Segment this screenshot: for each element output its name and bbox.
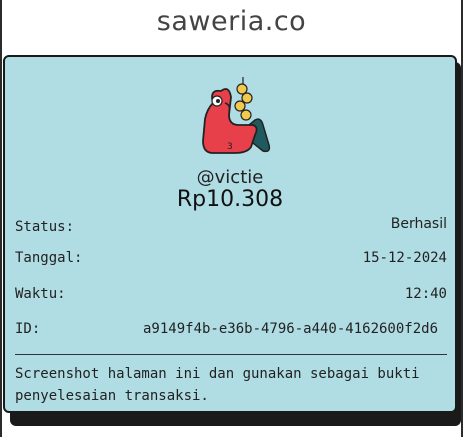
left-frame-border [0, 0, 2, 437]
receipt-card: 3 @victie Rp10.308 Status: Berhasil Tang… [3, 55, 457, 413]
id-row: ID: a9149f4b-e36b-4796-a440-4162600f2d6 [15, 321, 447, 341]
recipient-username: @victie [196, 167, 264, 188]
transaction-id-value: a9149f4b-e36b-4796-a440-4162600f2d6 [143, 321, 439, 337]
saweria-mascot-icon: 3 [202, 77, 271, 154]
date-label: Tanggal: [15, 250, 83, 266]
time-value: 12:40 [404, 286, 447, 302]
svg-text:3: 3 [227, 142, 233, 152]
status-label: Status: [15, 219, 75, 235]
status-row: Status: Berhasil [15, 216, 447, 239]
id-value-clip: a9149f4b-e36b-4796-a440-4162600f2d6 [143, 321, 447, 337]
id-label: ID: [15, 321, 41, 337]
brand-logo[interactable]: saweria.co [0, 6, 463, 37]
donation-amount: Rp10.308 [176, 187, 284, 212]
date-row: Tanggal: 15-12-2024 [15, 250, 447, 270]
proof-note: Screenshot halaman ini dan gunakan sebag… [15, 366, 420, 404]
status-value: Berhasil [390, 216, 447, 232]
time-label: Waktu: [15, 286, 66, 302]
time-row: Waktu: 12:40 [15, 286, 447, 306]
divider [15, 354, 447, 355]
date-value: 15-12-2024 [362, 250, 447, 266]
